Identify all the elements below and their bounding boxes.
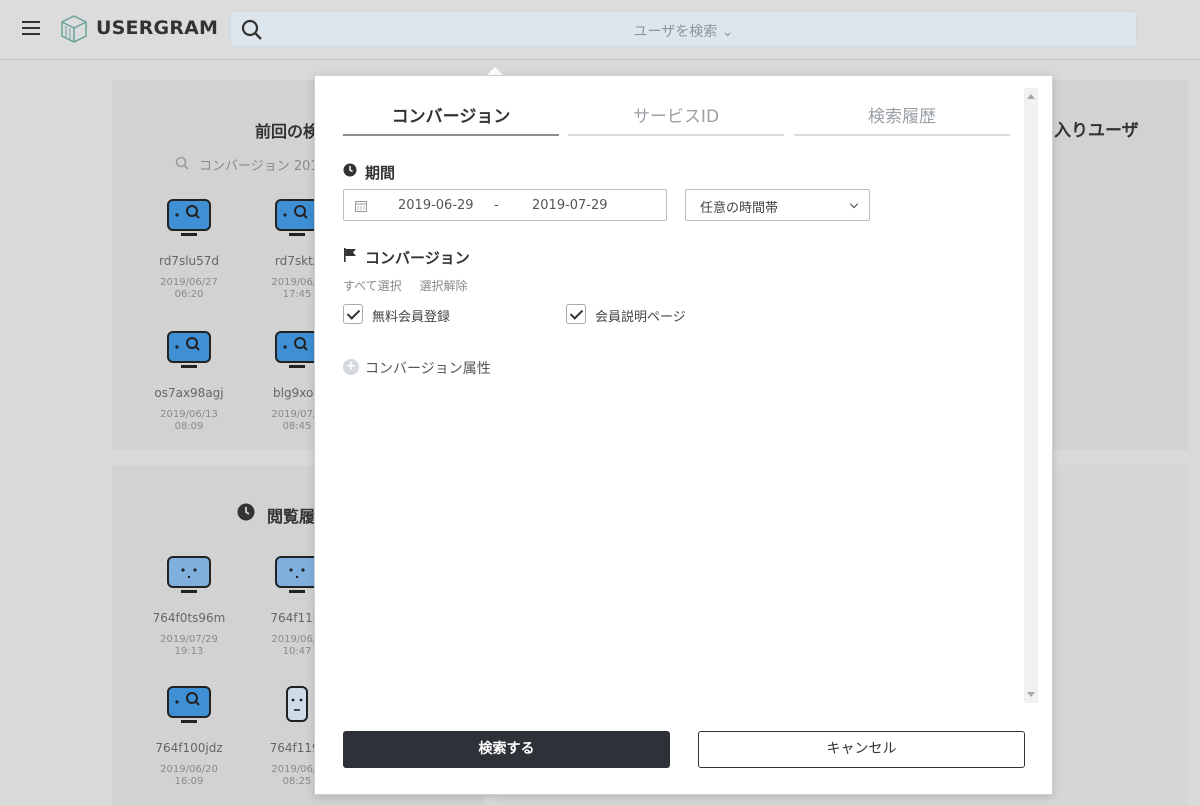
checkbox-label: 無料会員登録 <box>372 310 451 325</box>
plus-circle-icon: + <box>343 359 359 375</box>
checkbox-label: 会員説明ページ <box>595 310 686 325</box>
panel-title: 前回の検 <box>255 122 320 141</box>
tab-service-id[interactable]: サービスID <box>568 100 784 136</box>
date-to[interactable]: 2019-07-29 <box>532 198 608 213</box>
time-range-value: 任意の時間帯 <box>700 201 779 216</box>
user-id: rd7slu57d <box>158 254 220 268</box>
scroll-down-arrow-icon[interactable] <box>1027 692 1035 697</box>
user-date: 2019/06/20 16:09 <box>160 764 218 787</box>
deselect-link[interactable]: 選択解除 <box>420 279 468 293</box>
user-id: 764f100jdz <box>155 741 223 755</box>
user-card[interactable]: 764f0ts96m 2019/07/29 19:13 <box>149 555 229 658</box>
app-logo-text: USERGRAM <box>96 17 219 39</box>
user-detail-avatar-icon <box>167 686 211 723</box>
search-condition-modal: コンバージョン サービスID 検索履歴 期間 2019-06-29 - 2019… <box>314 75 1053 795</box>
scroll-up-arrow-icon[interactable] <box>1027 94 1035 99</box>
search-tabs: コンバージョン サービスID 検索履歴 <box>343 100 1010 136</box>
user-card[interactable]: os7ax98agj 2019/06/13 08:09 <box>149 330 229 433</box>
conversion-attribute-label: コンバージョン属性 <box>365 361 491 377</box>
clock-icon <box>343 163 357 177</box>
chevron-down-icon <box>849 199 859 209</box>
search-button[interactable]: 検索する <box>343 731 670 768</box>
panel-title: 閲覧履 <box>267 507 316 526</box>
user-card[interactable]: rd7slu57d 2019/06/27 06:20 <box>149 198 229 301</box>
user-date: 2019/06/13 08:09 <box>160 409 218 432</box>
user-detail-avatar-icon <box>167 199 211 236</box>
search-icon <box>175 156 189 170</box>
previous-search-query: コンバージョン 201 <box>199 159 319 174</box>
panel-title: 入りユーザ <box>1054 121 1139 141</box>
app-header: USERGRAM ユーザを検索 ⌄ <box>0 0 1200 60</box>
select-all-link[interactable]: すべて選択 <box>343 279 402 293</box>
menu-icon[interactable] <box>22 21 40 37</box>
date-range-picker[interactable]: 2019-06-29 - 2019-07-29 <box>343 189 667 221</box>
tab-search-history[interactable]: 検索履歴 <box>794 100 1010 136</box>
user-avatar-icon <box>167 556 211 593</box>
time-range-select[interactable]: 任意の時間帯 <box>685 189 870 221</box>
cancel-button[interactable]: キャンセル <box>698 731 1025 768</box>
clock-icon <box>237 503 255 521</box>
selection-links: すべて選択 選択解除 <box>343 277 482 294</box>
usergram-logo-icon <box>61 15 87 43</box>
date-from[interactable]: 2019-06-29 <box>398 198 474 213</box>
user-detail-avatar-icon <box>167 331 211 368</box>
modal-scrollbar[interactable] <box>1024 88 1038 703</box>
calendar-icon <box>355 201 367 212</box>
checkbox-checked[interactable] <box>343 304 363 324</box>
user-id: 764f0ts96m <box>152 611 226 625</box>
user-search-bar[interactable]: ユーザを検索 ⌄ <box>230 11 1137 47</box>
tab-conversion[interactable]: コンバージョン <box>343 100 559 136</box>
checkbox-checked[interactable] <box>566 304 586 324</box>
user-id: os7ax98agj <box>154 386 224 400</box>
user-date: 2019/06/27 06:20 <box>160 277 218 300</box>
user-card[interactable]: 764f100jdz 2019/06/20 16:09 <box>149 685 229 788</box>
flag-icon <box>344 248 356 262</box>
user-date: 2019/07/29 19:13 <box>160 634 218 657</box>
search-placeholder: ユーザを検索 ⌄ <box>633 24 734 40</box>
date-separator: - <box>494 198 499 213</box>
